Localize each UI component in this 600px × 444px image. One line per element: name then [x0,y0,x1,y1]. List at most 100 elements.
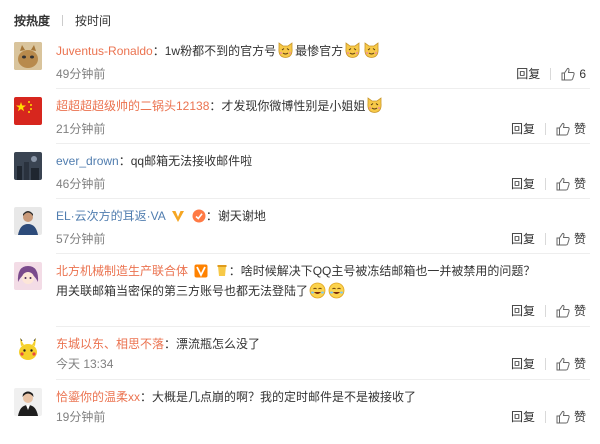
avatar[interactable] [14,207,42,235]
avatar[interactable] [14,262,42,290]
comment-time: 49分钟前 [56,67,106,81]
username-link[interactable]: Juventus-Ronaldo [56,44,153,58]
tab-divider [62,14,64,26]
fan-badge-icon [192,209,206,223]
action-divider [544,177,546,190]
like-label: 赞 [573,122,586,136]
comment-divider [56,379,590,380]
username-link[interactable]: 恰鎏你的温柔xx [56,390,140,404]
username-link[interactable]: 超超超超级帅的二锅头12138 [56,99,209,113]
action-divider [544,410,546,423]
action-divider [544,304,546,317]
comment-text: 谢天谢地 [217,209,266,223]
avatar[interactable] [14,152,42,180]
thumb-up-icon [556,232,570,245]
comment-actions: 回复 6 [516,65,586,82]
avatar[interactable] [14,335,42,363]
vip-badge-icon [194,264,208,278]
comment-divider [56,143,590,144]
like-button[interactable]: 赞 [556,120,586,137]
tab-time[interactable]: 按时间 [75,12,111,29]
comment-item: 北方机械制造生产联合体 ：啥时候解决下QQ主号被冻结邮箱也一并被禁用的问题？用关… [0,253,600,319]
comment-time: 19分钟前 [56,410,106,424]
avatar[interactable] [14,97,42,125]
thumb-up-icon [556,177,570,190]
action-divider [544,357,546,370]
comment-actions: 回复 赞 [511,120,586,137]
comment-content: 超超超超级帅的二锅头12138：才发现你微博性别是小姐姐 [56,96,588,116]
comment-actions: 回复 赞 [511,175,586,192]
sort-tabs: 按热度 按时间 [14,10,111,30]
reply-button[interactable]: 回复 [511,408,535,425]
username-link[interactable]: ever_drown [56,154,119,168]
comment-text: 漂流瓶怎么没了 [176,337,261,351]
thumb-up-icon [556,410,570,423]
like-button[interactable]: 赞 [556,175,586,192]
reply-button[interactable]: 回复 [511,175,535,192]
avatar[interactable] [14,42,42,70]
like-label: 赞 [573,304,586,318]
comment-text-2: 最惨官方 [295,44,344,58]
comment-time: 46分钟前 [56,177,106,191]
comment-time: 57分钟前 [56,232,106,246]
reply-button[interactable]: 回复 [511,302,535,319]
like-label: 赞 [573,357,586,371]
action-divider [544,232,546,245]
username-link[interactable]: 北方机械制造生产联合体 [56,264,188,278]
comment-item: 东城以东、相思不落：漂流瓶怎么没了 今天 13:34 回复 赞 [0,326,600,383]
like-label: 赞 [573,177,586,191]
thumb-up-icon [556,304,570,317]
like-button[interactable]: 6 [561,67,586,81]
comment-item: EL·云次方的耳返·VA ：谢天谢地 57分钟前 回复 赞 [0,198,600,255]
like-button[interactable]: 赞 [556,355,586,372]
comment-time: 21分钟前 [56,122,106,136]
comment-divider [56,88,590,89]
tab-hot[interactable]: 按热度 [14,12,50,29]
comment-content: ever_drown：qq邮箱无法接收邮件啦 [56,154,253,168]
thumb-up-icon [561,67,575,80]
cat-emoji-icon [367,97,383,113]
action-divider [550,67,552,80]
comment-actions: 回复 赞 [511,230,586,247]
comment-text-2: 邮箱当密保的第三方账号也都无法登陆了 [92,284,309,298]
comment-content: 东城以东、相思不落：漂流瓶怎么没了 [56,337,261,351]
comment-content: 恰鎏你的温柔xx：大概是几点崩的啊？我的定时邮件是不是被接收了 [56,390,417,404]
comment-divider [56,198,590,199]
comment-actions: 回复 赞 [511,302,586,319]
comment-item: ever_drown：qq邮箱无法接收邮件啦 46分钟前 回复 赞 [0,143,600,200]
action-divider [544,122,546,135]
comment-text: 1w粉都不到的官方号 [164,44,277,58]
comment-time: 今天 13:34 [56,357,114,371]
like-button[interactable]: 赞 [556,408,586,425]
username-link[interactable]: EL·云次方的耳返·VA [56,209,165,223]
comment-text: 大概是几点崩的啊？我的定时邮件是不是被接收了 [152,390,417,404]
like-label: 赞 [573,232,586,246]
comment-text: qq邮箱无法接收邮件啦 [130,154,253,168]
cat-emoji-icon [364,42,379,58]
username-link[interactable]: 东城以东、相思不落 [56,337,164,351]
reply-button[interactable]: 回复 [511,230,535,247]
fan-badge-icon [217,265,227,276]
reply-button[interactable]: 回复 [511,120,535,137]
cat-emoji-icon [278,42,293,58]
like-button[interactable]: 赞 [556,302,586,319]
comment-item: 超超超超级帅的二锅头12138：才发现你微博性别是小姐姐 21分钟前 回复 赞 [0,88,600,145]
like-button[interactable]: 赞 [556,230,586,247]
avatar[interactable] [14,388,42,416]
comment-item: 恰鎏你的温柔xx：大概是几点崩的啊？我的定时邮件是不是被接收了 19分钟前 回复… [0,379,600,436]
comment-content: Juventus-Ronaldo：1w粉都不到的官方号 最惨官方 [56,41,588,61]
comment-divider [56,253,590,254]
comment-actions: 回复 赞 [511,355,586,372]
comment-content: EL·云次方的耳返·VA ：谢天谢地 [56,209,266,223]
reply-button[interactable]: 回复 [516,65,540,82]
like-label: 赞 [573,410,586,424]
laughing-emoji-icon [328,282,345,299]
reply-button[interactable]: 回复 [511,355,535,372]
comment-content: 北方机械制造生产联合体 ：啥时候解决下QQ主号被冻结邮箱也一并被禁用的问题？用关… [56,264,536,299]
comment-item: Juventus-Ronaldo：1w粉都不到的官方号 最惨官方 49分钟前 回复… [0,38,600,90]
comment-divider [56,326,590,327]
laughing-emoji-icon [309,282,326,299]
vip-badge-icon [172,211,185,222]
thumb-up-icon [556,122,570,135]
thumb-up-icon [556,357,570,370]
